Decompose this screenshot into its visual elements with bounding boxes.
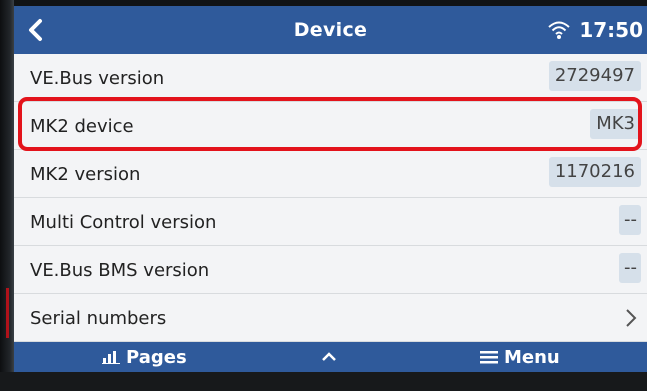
menu-label: Menu [504, 346, 560, 368]
row-mk2-version[interactable]: MK2 version 1170216 [14, 150, 647, 198]
row-serial-numbers[interactable]: Serial numbers [14, 294, 647, 342]
row-value: 1170216 [548, 157, 641, 187]
row-value: MK3 [590, 109, 641, 139]
row-value: -- [619, 205, 641, 235]
row-vebus-bms-version[interactable]: VE.Bus BMS version -- [14, 246, 647, 294]
pages-label: Pages [126, 346, 187, 368]
scroll-up-button[interactable] [320, 342, 338, 372]
device-bezel [0, 0, 14, 391]
row-mk2-device[interactable]: MK2 device MK3 [14, 102, 647, 150]
row-label: Multi Control version [30, 212, 217, 233]
row-value: -- [619, 253, 641, 283]
status-area: 17:50 [547, 16, 643, 44]
row-multi-control-version[interactable]: Multi Control version -- [14, 198, 647, 246]
device-screen: Device 17:50 VE.Bus version 2729497 MK2 … [14, 6, 647, 372]
row-vebus-version[interactable]: VE.Bus version 2729497 [14, 54, 647, 102]
row-value: 2729497 [548, 61, 641, 91]
bezel-red-mark [6, 288, 9, 338]
chevron-right-icon [626, 309, 637, 327]
device-info-list: VE.Bus version 2729497 MK2 device MK3 MK… [14, 54, 647, 342]
row-label: Serial numbers [30, 308, 167, 329]
clock: 17:50 [579, 18, 643, 42]
row-label: VE.Bus BMS version [30, 260, 210, 281]
row-label: VE.Bus version [30, 68, 165, 89]
hamburger-menu-icon [480, 351, 498, 364]
pages-button[interactable]: Pages [102, 342, 187, 372]
menu-button[interactable]: Menu [480, 342, 560, 372]
row-label: MK2 version [30, 164, 141, 185]
row-label: MK2 device [30, 116, 134, 137]
header-bar: Device 17:50 [14, 6, 647, 54]
footer-bar: Pages Menu [14, 342, 647, 372]
chevron-up-icon [322, 352, 336, 361]
bar-chart-icon [102, 351, 120, 364]
device-bezel-bottom [0, 372, 647, 391]
wifi-icon [548, 21, 570, 39]
